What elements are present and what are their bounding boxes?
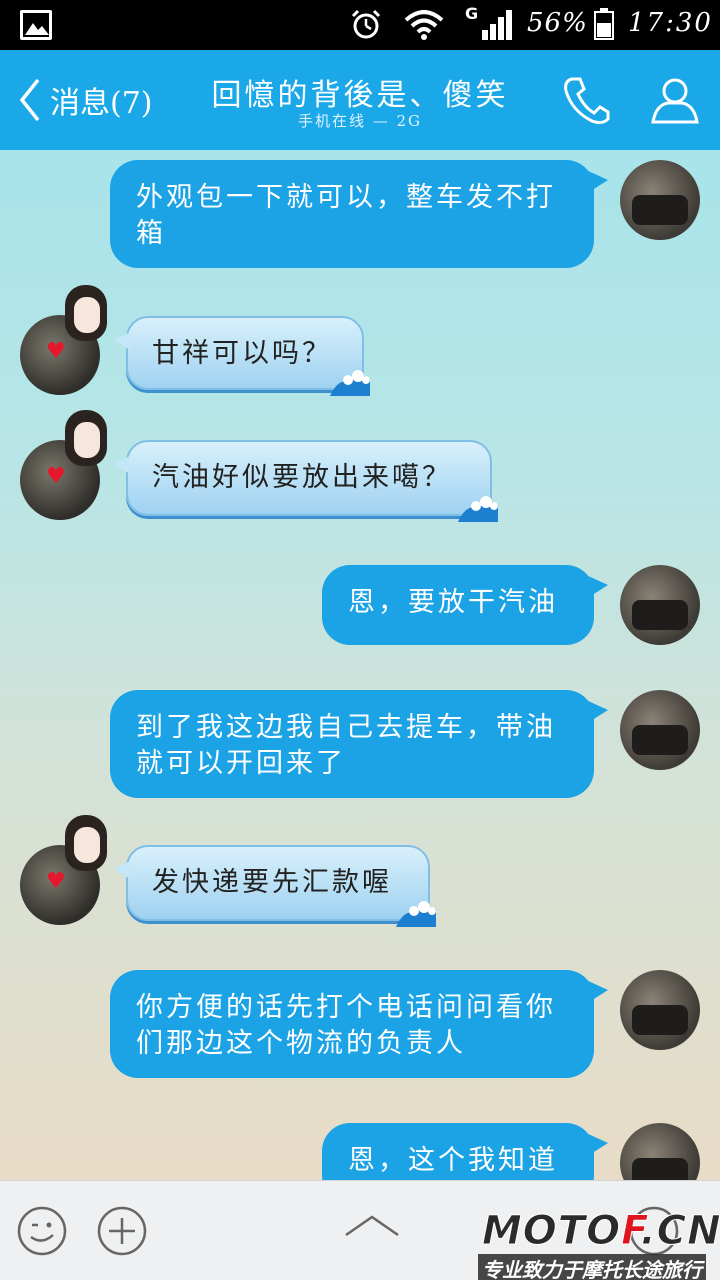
wifi-icon <box>404 10 444 40</box>
avatar-contact[interactable]: ♥ <box>20 815 107 925</box>
message-bubble-outgoing[interactable]: 恩，要放干汽油 <box>322 565 608 645</box>
message-text: 到了我这边我自己去提车，带油就可以开回来了 <box>136 712 556 779</box>
wave-decoration-icon <box>458 496 498 522</box>
message-text: 恩，要放干汽油 <box>348 587 558 618</box>
emoji-icon[interactable] <box>16 1205 68 1257</box>
phone-call-icon[interactable] <box>562 75 610 125</box>
contact-name: 回憶的背後是、傻笑 <box>211 78 509 113</box>
message-bubble-outgoing[interactable]: 外观包一下就可以，整车发不打箱 <box>110 160 608 268</box>
avatar-self[interactable] <box>620 565 700 645</box>
message-text: 恩，这个我知道 <box>348 1145 558 1176</box>
message-text: 甘祥可以吗？ <box>152 338 332 369</box>
message-text: 发快递要先汇款喔 <box>152 867 392 898</box>
battery-percent: 56% <box>527 8 588 38</box>
gallery-notification-icon <box>20 10 52 40</box>
online-status: 手机在线 — 2G <box>297 112 423 130</box>
watermark-logo: MOTOF.CN 专业致力于摩托长途旅行 <box>478 1208 720 1280</box>
message-bubble-incoming[interactable]: 甘祥可以吗？ <box>114 316 370 396</box>
message-bubble-incoming[interactable]: 发快递要先汇款喔 <box>114 845 436 927</box>
avatar-self[interactable] <box>620 1123 700 1180</box>
avatar-self[interactable] <box>620 690 700 770</box>
message-text: 外观包一下就可以，整车发不打箱 <box>136 182 556 249</box>
watermark-tagline: 专业致力于摩托长途旅行 <box>478 1254 706 1280</box>
profile-icon[interactable] <box>650 75 700 125</box>
message-text: 汽油好似要放出来噶？ <box>152 462 452 493</box>
avatar-contact[interactable]: ♥ <box>20 410 107 520</box>
wave-decoration-icon <box>330 370 370 396</box>
avatar-self[interactable] <box>620 970 700 1050</box>
clock: 17:30 <box>628 8 713 38</box>
signal-icon <box>482 10 512 40</box>
watermark-brand-c: .CN <box>640 1208 720 1255</box>
message-bubble-incoming[interactable]: 汽油好似要放出来噶？ <box>114 440 498 522</box>
message-bubble-outgoing[interactable]: 恩，这个我知道 <box>322 1123 608 1180</box>
avatar-contact[interactable]: ♥ <box>20 285 107 395</box>
message-bubble-outgoing[interactable]: 你方便的话先打个电话问问看你们那边这个物流的负责人 <box>110 970 608 1078</box>
avatar-self[interactable] <box>620 160 700 240</box>
alarm-icon <box>351 9 381 39</box>
watermark-brand-b: F <box>621 1208 641 1255</box>
plus-icon[interactable] <box>96 1205 148 1257</box>
status-bar: G 56% 17:30 <box>0 0 720 50</box>
chat-header: 消息(7) 回憶的背後是、傻笑 手机在线 — 2G <box>0 50 720 150</box>
battery-icon <box>594 8 614 40</box>
chat-area[interactable]: 外观包一下就可以，整车发不打箱 ♥ 甘祥可以吗？ ♥ 汽油好似要放出来噶？ 恩，… <box>0 150 720 1180</box>
message-bubble-outgoing[interactable]: 到了我这边我自己去提车，带油就可以开回来了 <box>110 690 608 798</box>
chevron-up-icon[interactable] <box>344 1213 400 1237</box>
message-text: 你方便的话先打个电话问问看你们那边这个物流的负责人 <box>136 992 556 1059</box>
watermark-brand-a: MOTO <box>481 1208 622 1255</box>
wave-decoration-icon <box>396 901 436 927</box>
